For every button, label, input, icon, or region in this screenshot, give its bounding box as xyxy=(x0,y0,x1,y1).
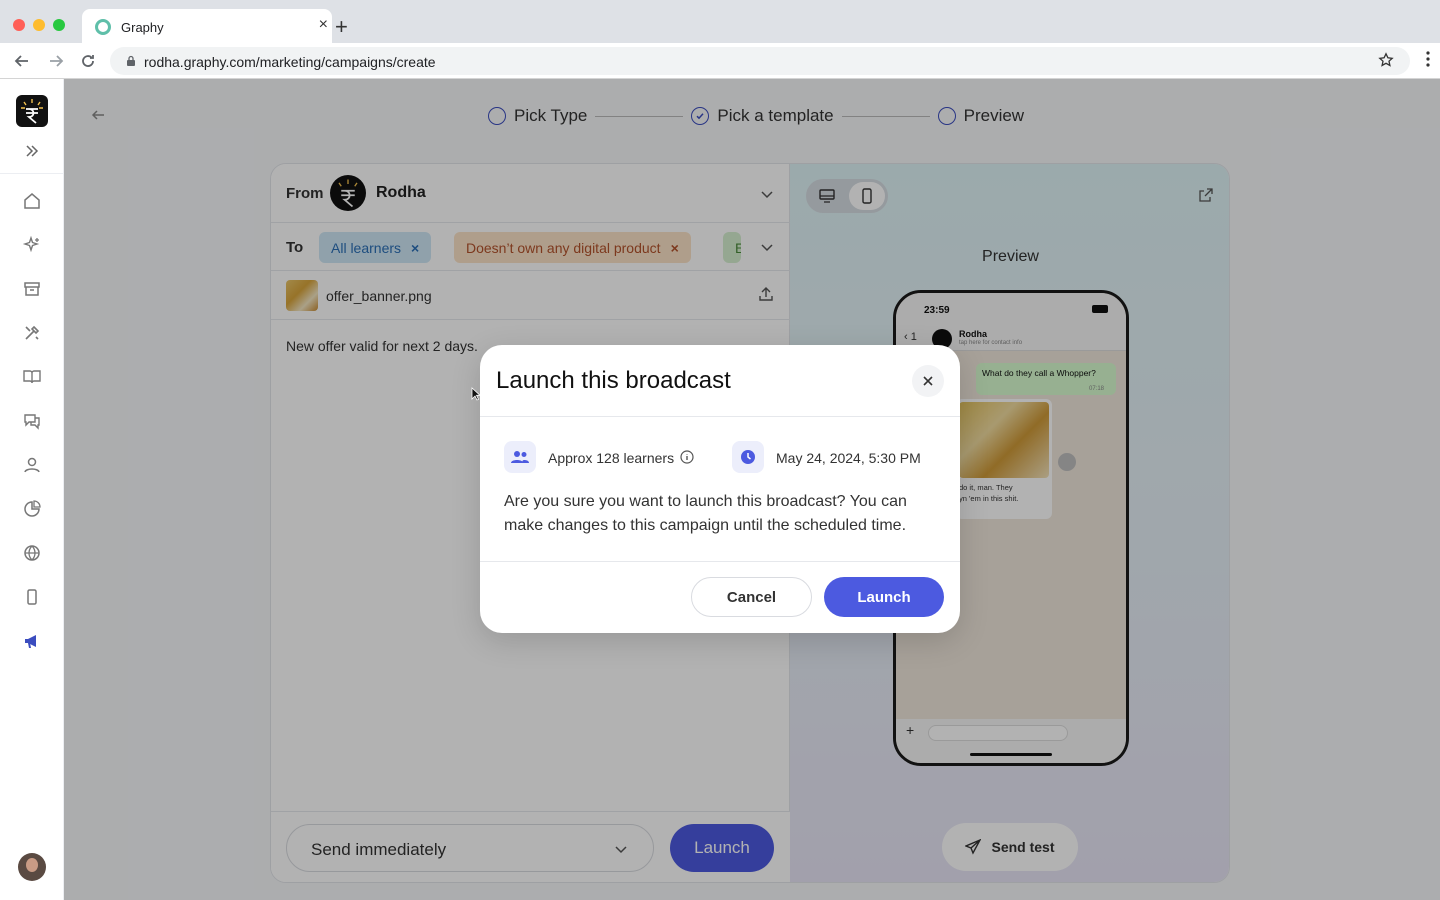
window-minimize-button[interactable] xyxy=(33,19,45,31)
close-icon xyxy=(923,376,933,386)
address-bar[interactable]: rodha.graphy.com/marketing/campaigns/cre… xyxy=(110,47,1410,75)
globe-icon[interactable] xyxy=(22,543,42,563)
forward-icon[interactable] xyxy=(46,51,66,71)
url-text: rodha.graphy.com/marketing/campaigns/cre… xyxy=(144,54,436,70)
dialog-divider xyxy=(480,561,960,562)
info-icon[interactable] xyxy=(680,450,694,464)
graphy-favicon-icon xyxy=(95,19,111,35)
expand-sidebar-icon[interactable] xyxy=(24,143,40,159)
mouse-cursor-icon xyxy=(471,387,481,401)
sparkle-icon[interactable] xyxy=(22,235,42,255)
browser-tabbar: Graphy × + xyxy=(0,0,1440,43)
book-icon[interactable] xyxy=(22,367,42,387)
home-icon[interactable] xyxy=(22,191,42,211)
launch-broadcast-dialog: Launch this broadcast Approx 128 learner… xyxy=(480,345,960,633)
mobile-icon[interactable] xyxy=(22,587,42,607)
lock-icon xyxy=(127,55,135,66)
archive-icon[interactable] xyxy=(22,279,42,299)
main-content: Pick Type Pick a template Preview From R… xyxy=(64,79,1440,900)
rodha-logo[interactable] xyxy=(16,95,48,127)
tab-title: Graphy xyxy=(121,20,164,35)
app: Pick Type Pick a template Preview From R… xyxy=(0,79,1440,900)
clock-icon xyxy=(732,441,764,473)
dialog-message: Are you sure you want to launch this bro… xyxy=(504,493,907,534)
dialog-divider xyxy=(480,416,960,417)
cancel-button[interactable]: Cancel xyxy=(691,577,812,617)
new-tab-icon[interactable]: + xyxy=(335,16,348,38)
megaphone-icon[interactable] xyxy=(22,631,42,651)
bookmark-star-icon[interactable] xyxy=(1378,52,1394,68)
tools-icon[interactable] xyxy=(22,323,42,343)
user-icon[interactable] xyxy=(22,455,42,475)
pie-chart-icon[interactable] xyxy=(22,499,42,519)
back-icon[interactable] xyxy=(12,51,32,71)
window-maximize-button[interactable] xyxy=(53,19,65,31)
reload-icon[interactable] xyxy=(78,51,98,71)
dialog-close-button[interactable] xyxy=(912,365,944,397)
user-avatar[interactable] xyxy=(18,853,46,881)
confirm-launch-button[interactable]: Launch xyxy=(824,577,944,617)
learners-count: Approx 128 learners xyxy=(548,450,675,466)
dialog-title: Launch this broadcast xyxy=(496,367,731,394)
chat-icon[interactable] xyxy=(22,411,42,431)
sidebar xyxy=(0,79,64,900)
users-icon xyxy=(504,441,536,473)
tab-close-icon[interactable]: × xyxy=(319,17,328,33)
browser-menu-icon[interactable] xyxy=(1426,51,1430,67)
browser-toolbar: rodha.graphy.com/marketing/campaigns/cre… xyxy=(0,43,1440,79)
scheduled-datetime: May 24, 2024, 5:30 PM xyxy=(776,450,921,466)
sidebar-divider xyxy=(0,173,64,174)
browser-tab[interactable]: Graphy × xyxy=(82,9,332,43)
window-close-button[interactable] xyxy=(13,19,25,31)
